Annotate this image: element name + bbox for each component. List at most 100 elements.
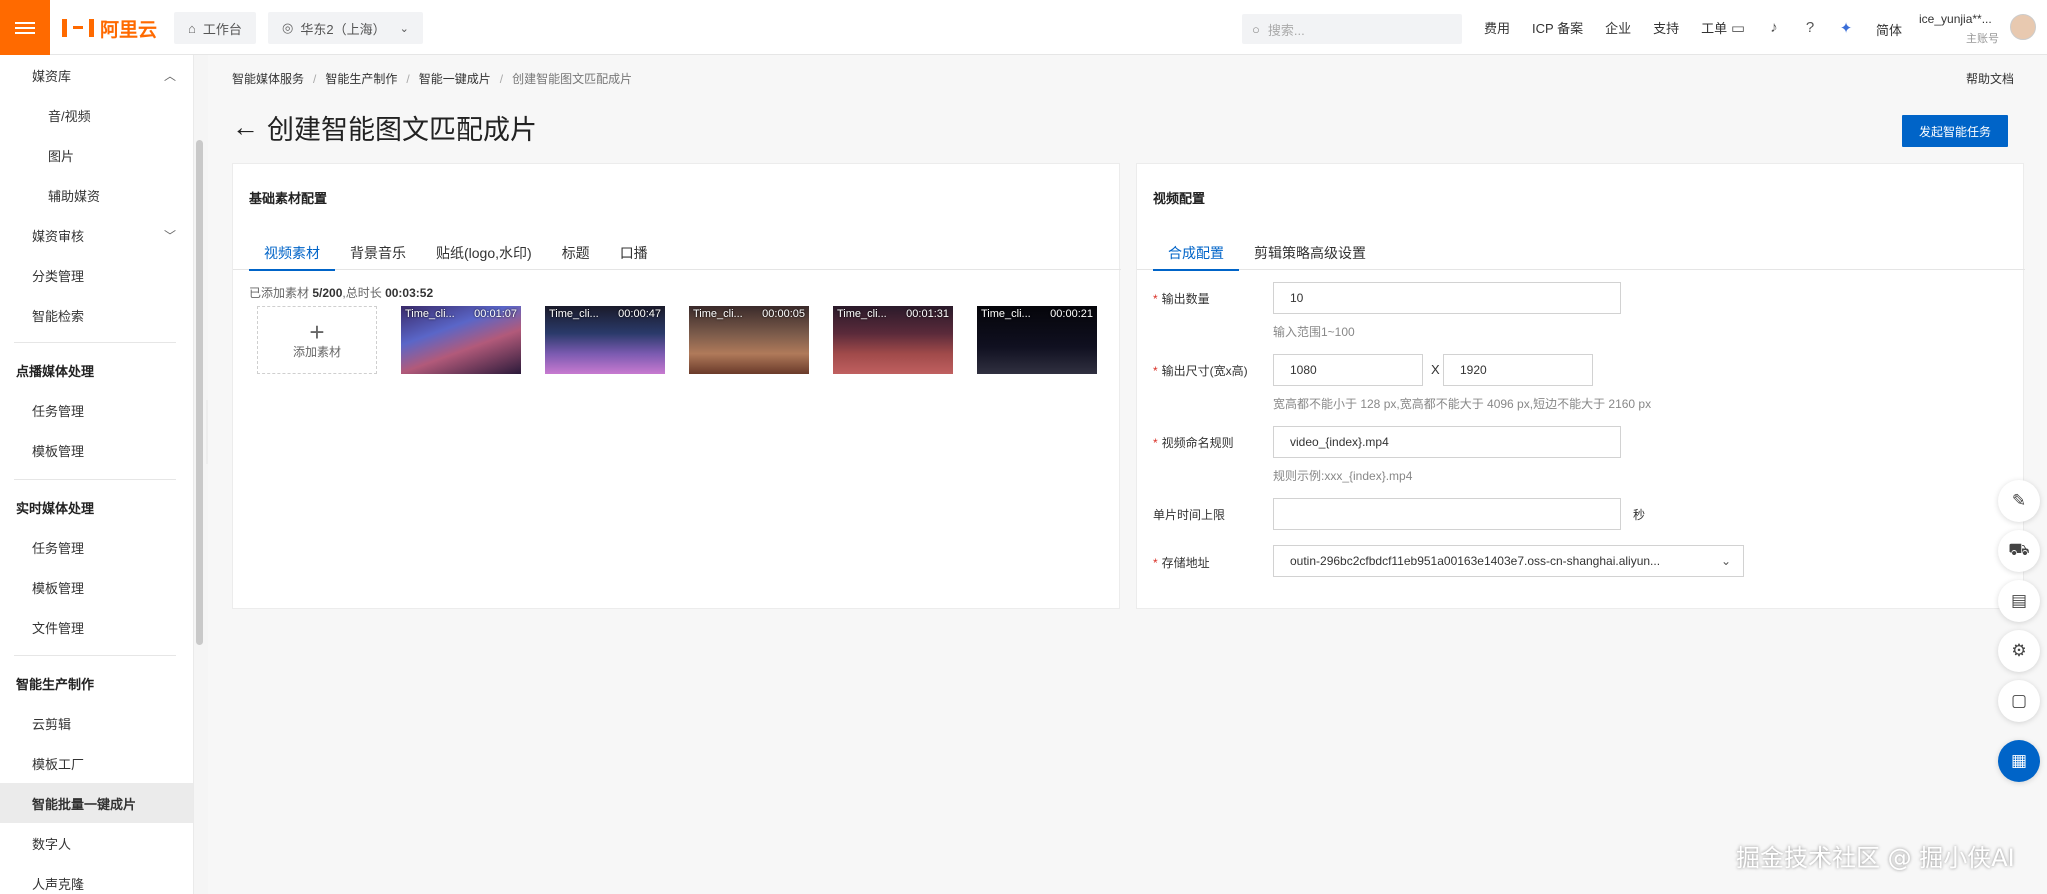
avatar[interactable] — [2010, 14, 2036, 40]
sidebar-item-smart-search[interactable]: 智能检索 — [0, 295, 193, 335]
card-title: 基础素材配置 — [249, 191, 328, 206]
username: ice_yunjia**... — [1919, 12, 1992, 26]
storage-select[interactable]: outin-296bc2cfbdcf11eb951a00163e1403e7.o… — [1273, 545, 1744, 577]
tab-stickers[interactable]: 贴纸(logo,水印) — [421, 236, 547, 270]
add-material-button[interactable]: + 添加素材 — [257, 306, 377, 374]
page-title: ← 创建智能图文匹配成片 — [232, 112, 537, 145]
sidebar-item-cloud-edit[interactable]: 云剪辑 — [0, 703, 193, 743]
user-menu[interactable]: ice_yunjia**... 主账号 — [1919, 12, 1999, 46]
time-limit-unit: 秒 — [1633, 508, 1646, 522]
chevron-up-icon: ︿ — [163, 68, 176, 83]
sidebar: 媒资库 ︿ 音/视频 图片 辅助媒资 媒资审核 ﹀ 分类管理 智能检索 点播媒体处理… — [0, 55, 194, 894]
sidebar-item-live-tasks[interactable]: 任务管理 — [0, 527, 193, 567]
location-icon: ◎ — [282, 20, 294, 35]
sidebar-item-audio-video[interactable]: 音/视频 — [0, 95, 193, 135]
naming-rule-label: * 视频命名规则 — [1153, 436, 1234, 450]
output-count-label: * 输出数量 — [1153, 292, 1210, 306]
video-clip-thumbnail[interactable]: Time_cli... 00:00:05 — [689, 306, 809, 374]
breadcrumb-item[interactable]: 智能媒体服务 — [232, 70, 304, 87]
time-limit-label: 单片时间上限 — [1153, 508, 1226, 522]
output-size-label: * 输出尺寸(宽x高) — [1153, 364, 1248, 378]
plus-icon: + — [309, 316, 325, 347]
nav-icp[interactable]: ICP 备案 — [1532, 18, 1583, 37]
top-nav-links: 费用 ICP 备案 企业 支持 工单 — [1484, 0, 1749, 55]
tab-video-material[interactable]: 视频素材 — [249, 236, 335, 271]
sidebar-item-batch-one-click[interactable]: 智能批量一键成片 — [0, 783, 193, 823]
material-tabs: 视频素材 背景音乐 贴纸(logo,水印) 标题 口播 — [233, 236, 1121, 271]
tab-title[interactable]: 标题 — [547, 236, 605, 270]
material-summary: 已添加素材 5/200,总时长 00:03:52 — [249, 286, 434, 300]
basic-material-card: 基础素材配置 视频素材 背景音乐 贴纸(logo,水印) 标题 口播 已添加素材… — [232, 163, 1121, 609]
output-height-input[interactable]: 1920 — [1443, 354, 1593, 386]
menu-icon[interactable] — [0, 0, 50, 55]
breadcrumb-item[interactable]: 智能生产制作 — [325, 70, 397, 87]
sidebar-item-digital-human[interactable]: 数字人 — [0, 823, 193, 863]
edit-icon[interactable]: ✎ — [1998, 480, 2040, 522]
sidebar-group-vod: 点播媒体处理 — [16, 363, 95, 379]
video-clip-thumbnail[interactable]: Time_cli... 00:00:21 — [977, 306, 1097, 374]
sidebar-item-voice-clone[interactable]: 人声克隆 — [0, 863, 193, 894]
video-clip-thumbnail[interactable]: Time_cli... 00:00:47 — [545, 306, 665, 374]
card-title: 视频配置 — [1153, 191, 1206, 206]
search-input[interactable]: ○ 搜索... — [1242, 14, 1462, 44]
naming-rule-hint: 规则示例:xxx_{index}.mp4 — [1273, 469, 1413, 483]
divider — [14, 342, 176, 343]
ai-assistant-icon[interactable]: ✦ — [1828, 19, 1864, 37]
tab-advanced-edit-strategy[interactable]: 剪辑策略高级设置 — [1239, 236, 1381, 270]
sidebar-item-media-review[interactable]: 媒资审核 ﹀ — [0, 215, 193, 255]
chevron-down-icon: ⌄ — [399, 22, 409, 35]
output-count-input[interactable]: 10 — [1273, 282, 1621, 314]
start-smart-task-button[interactable]: 发起智能任务 — [1902, 115, 2008, 147]
sidebar-item-template-factory[interactable]: 模板工厂 — [0, 743, 193, 783]
chat-icon[interactable]: ▢ — [1998, 680, 2040, 722]
sidebar-group-live: 实时媒体处理 — [16, 500, 95, 516]
region-selector[interactable]: ◎ 华东2（上海） ⌄ — [268, 12, 423, 44]
terminal-icon[interactable]: ▭ — [1720, 19, 1756, 37]
sidebar-item-aux-media[interactable]: 辅助媒资 — [0, 175, 193, 215]
video-clip-thumbnail[interactable]: Time_cli... 00:01:31 — [833, 306, 953, 374]
breadcrumb-item[interactable]: 智能一键成片 — [419, 70, 491, 87]
cart-icon[interactable]: ⛟ — [1998, 530, 2040, 572]
settings-icon[interactable]: ⚙ — [1998, 630, 2040, 672]
nav-support[interactable]: 支持 — [1653, 18, 1679, 37]
storage-label: * 存储地址 — [1153, 556, 1210, 570]
aliyun-logo[interactable]: 阿里云 — [62, 16, 157, 41]
sidebar-item-vod-tasks[interactable]: 任务管理 — [0, 390, 193, 430]
sidebar-group-production: 智能生产制作 — [16, 676, 95, 692]
top-bar: 阿里云 ⌂ 工作台 ◎ 华东2（上海） ⌄ ○ 搜索... 费用 ICP 备案 企业 支… — [0, 0, 2047, 55]
config-tabs: 合成配置 剪辑策略高级设置 — [1137, 236, 2025, 271]
help-docs-link[interactable]: 帮助文档 — [1966, 70, 2014, 87]
sidebar-scrollbar[interactable] — [196, 140, 203, 645]
video-clip-thumbnail[interactable]: Time_cli... 00:01:07 — [401, 306, 521, 374]
divider — [14, 479, 176, 480]
divider — [14, 655, 176, 656]
nav-enterprise[interactable]: 企业 — [1605, 18, 1631, 37]
watermark: 掘金技术社区 @ 掘小侠AI — [1736, 844, 2015, 872]
sidebar-item-vod-templates[interactable]: 模板管理 — [0, 430, 193, 470]
back-arrow-icon[interactable]: ← — [232, 112, 259, 143]
help-icon[interactable]: ? — [1792, 19, 1828, 36]
time-limit-input[interactable] — [1273, 498, 1621, 530]
naming-rule-input[interactable]: video_{index}.mp4 — [1273, 426, 1621, 458]
bell-icon[interactable]: ♪ — [1756, 19, 1792, 36]
output-size-hint: 宽高都不能小于 128 px,宽高都不能大于 4096 px,短边不能大于 21… — [1273, 397, 1652, 411]
top-icon-group: ▭ ♪ ? ✦ — [1720, 0, 1864, 55]
user-role: 主账号 — [1966, 33, 1999, 45]
tab-background-music[interactable]: 背景音乐 — [335, 236, 421, 270]
home-icon: ⌂ — [188, 20, 196, 36]
apps-icon[interactable]: ▦ — [1998, 740, 2040, 782]
sidebar-item-live-templates[interactable]: 模板管理 — [0, 567, 193, 607]
language-switch[interactable]: 简体 — [1876, 20, 1902, 39]
sidebar-item-images[interactable]: 图片 — [0, 135, 193, 175]
chevron-down-icon: ﹀ — [163, 228, 176, 243]
nav-fees[interactable]: 费用 — [1484, 18, 1510, 37]
document-icon[interactable]: ▤ — [1998, 580, 2040, 622]
output-width-input[interactable]: 1080 — [1273, 354, 1423, 386]
sidebar-item-media-library[interactable]: 媒资库 ︿ — [0, 55, 193, 95]
tab-voiceover[interactable]: 口播 — [605, 236, 663, 270]
workbench-button[interactable]: ⌂ 工作台 — [174, 12, 256, 44]
sidebar-item-file-management[interactable]: 文件管理 — [0, 607, 193, 647]
tab-composition-config[interactable]: 合成配置 — [1153, 236, 1239, 271]
breadcrumb: 智能媒体服务 / 智能生产制作 / 智能一键成片 / 创建智能图文匹配成片 — [232, 70, 633, 87]
sidebar-item-category[interactable]: 分类管理 — [0, 255, 193, 295]
